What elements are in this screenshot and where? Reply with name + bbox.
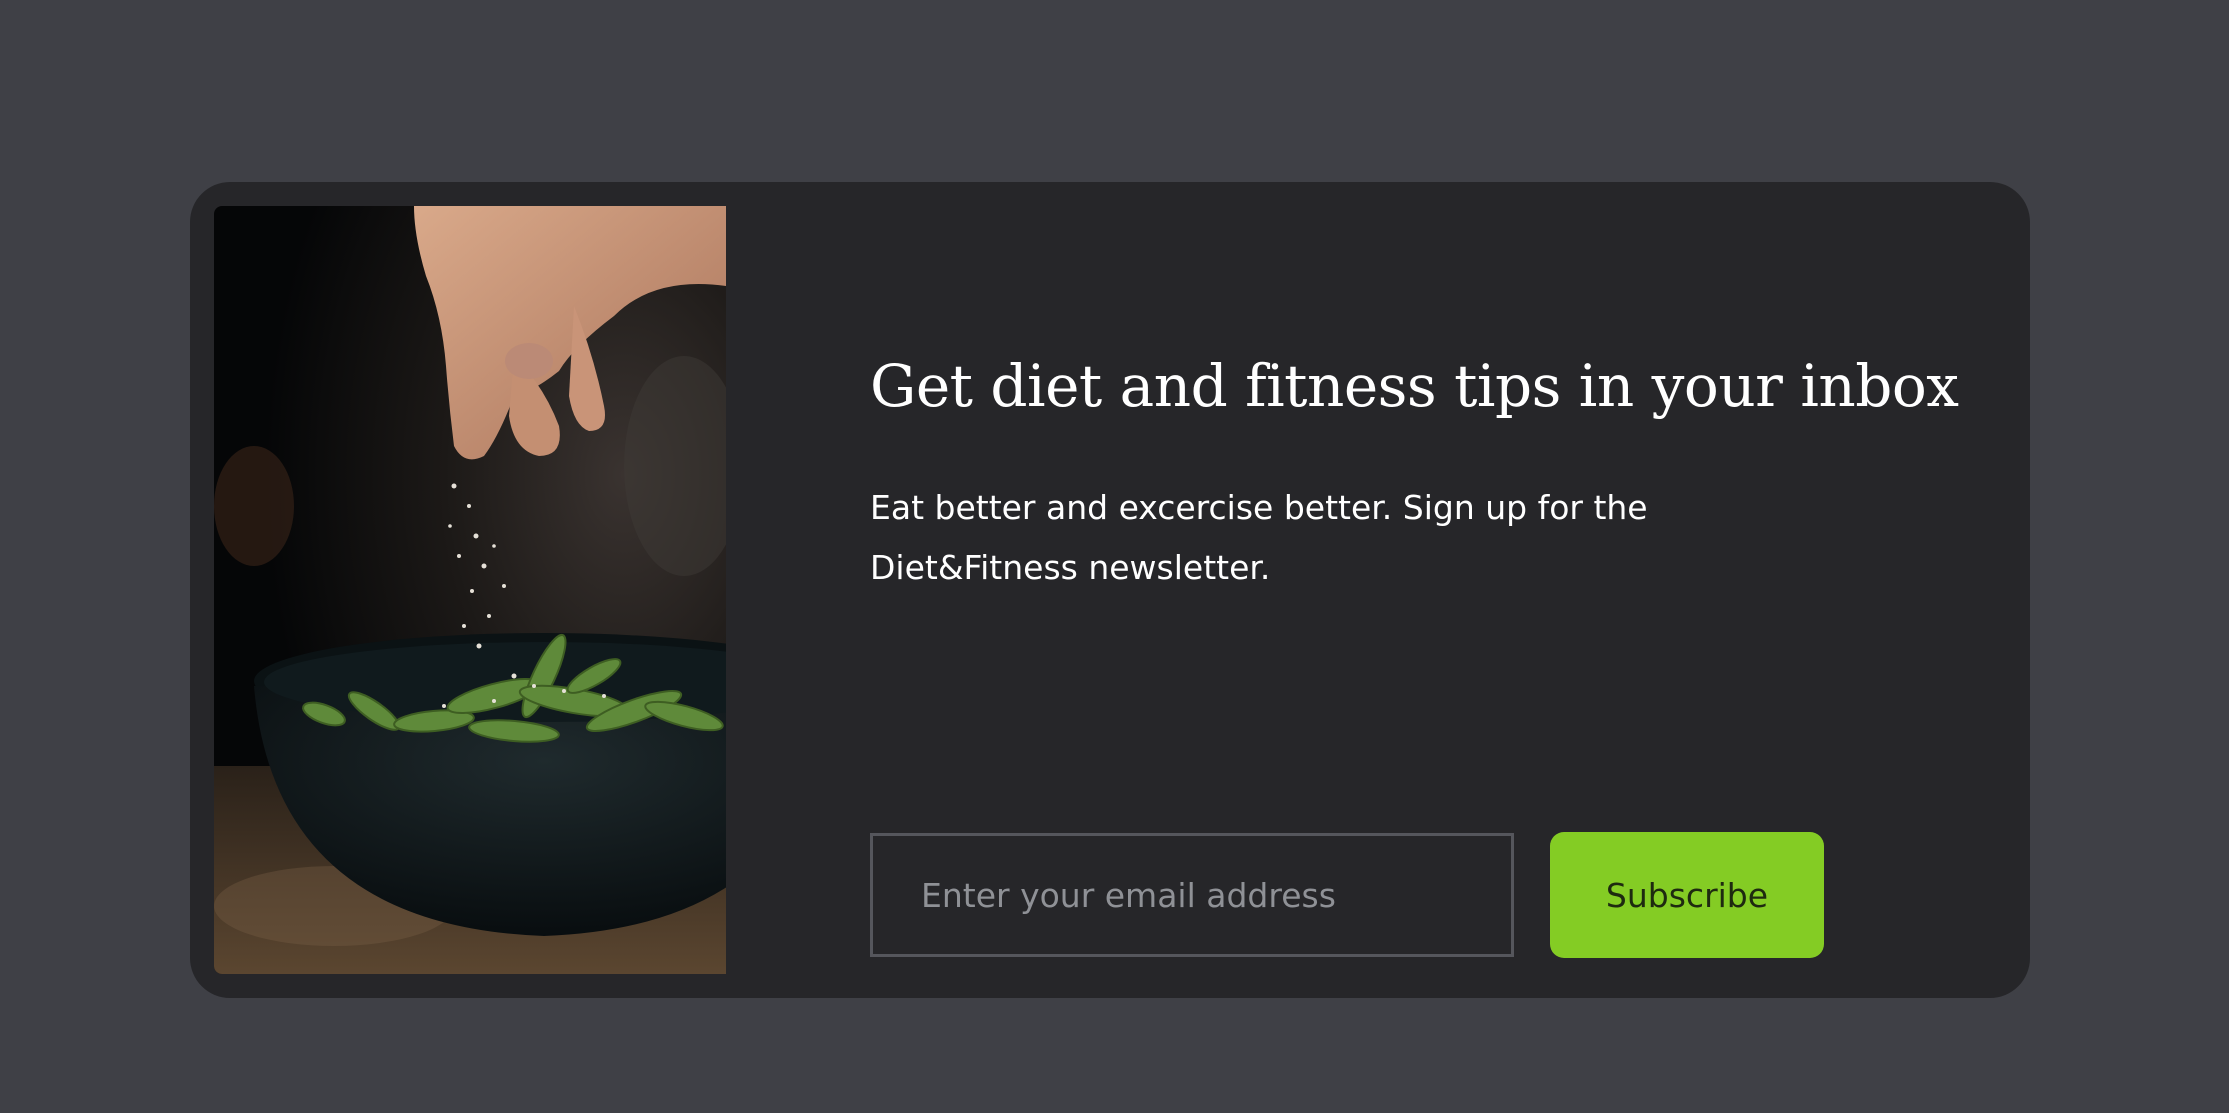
- email-field[interactable]: [870, 833, 1514, 957]
- subscribe-form: Subscribe: [870, 832, 1824, 958]
- photo-illustration: [214, 206, 726, 974]
- newsletter-description: Eat better and excercise better. Sign up…: [870, 487, 1648, 587]
- edamame-photo: [214, 206, 726, 974]
- subscribe-button[interactable]: Subscribe: [1550, 832, 1824, 958]
- newsletter-title: Get diet and fitness tips in your inbox: [870, 352, 1959, 420]
- newsletter-content: Get diet and fitness tips in your inbox …: [870, 352, 1959, 958]
- newsletter-card: Get diet and fitness tips in your inbox …: [190, 182, 2030, 998]
